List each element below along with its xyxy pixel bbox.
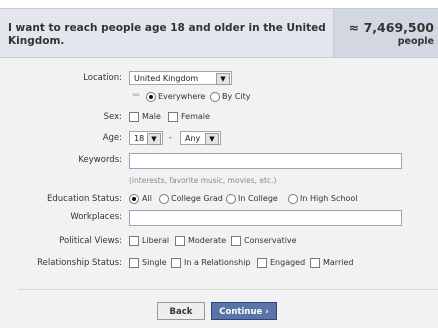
education-label: Education Status: bbox=[47, 194, 122, 204]
age-max-value: Any bbox=[185, 134, 201, 143]
scope-by-city-radio[interactable] bbox=[210, 92, 220, 102]
reach-unit: people bbox=[397, 36, 434, 47]
education-in-high-school-label: In High School bbox=[300, 194, 358, 203]
location-label: Location: bbox=[83, 73, 122, 83]
education-college-grad-label: College Grad bbox=[171, 194, 223, 203]
sex-male-checkbox[interactable] bbox=[129, 112, 139, 122]
workplaces-row: Workplaces: bbox=[0, 210, 438, 228]
targeting-summary: I want to reach people age 18 and older … bbox=[8, 22, 326, 47]
political-liberal-label: Liberal bbox=[142, 236, 170, 245]
location-row: Location: United Kingdom ▼ bbox=[0, 71, 438, 89]
relationship-in-a-relationship-checkbox[interactable] bbox=[171, 258, 181, 268]
sex-female-checkbox[interactable] bbox=[168, 112, 178, 122]
age-max-select[interactable]: Any ▼ bbox=[180, 131, 221, 145]
relationship-row: Relationship Status: Single In a Relatio… bbox=[0, 256, 438, 274]
reach-header: I want to reach people age 18 and older … bbox=[0, 8, 438, 58]
relationship-single-checkbox[interactable] bbox=[129, 258, 139, 268]
political-row: Political Views: Liberal Moderate Conser… bbox=[0, 234, 438, 252]
keywords-hint: (interests, favorite music, movies, etc.… bbox=[129, 176, 277, 185]
reach-count: ≈ 7,469,500 bbox=[348, 20, 434, 35]
age-label: Age: bbox=[102, 133, 122, 143]
sex-female-label: Female bbox=[181, 112, 210, 121]
education-all-radio[interactable] bbox=[129, 194, 139, 204]
estimated-reach-box: ≈ 7,469,500 people bbox=[333, 9, 438, 57]
political-moderate-checkbox[interactable] bbox=[175, 236, 185, 246]
age-separator: - bbox=[169, 133, 172, 142]
continue-button[interactable]: Continue › bbox=[211, 302, 277, 320]
location-select-value: United Kingdom bbox=[134, 74, 199, 83]
education-in-high-school-radio[interactable] bbox=[288, 194, 298, 204]
age-min-value: 18 bbox=[134, 134, 145, 143]
education-row: Education Status: All College Grad In Co… bbox=[0, 192, 438, 210]
scope-everywhere-label: Everywhere bbox=[158, 92, 206, 101]
chevron-down-icon: ▼ bbox=[216, 73, 230, 85]
indent-arrow-icon: ➥ bbox=[132, 90, 141, 101]
sex-label: Sex: bbox=[103, 112, 122, 122]
scope-everywhere-radio[interactable] bbox=[146, 92, 156, 102]
education-in-college-label: In College bbox=[238, 194, 278, 203]
back-button[interactable]: Back bbox=[157, 302, 205, 320]
political-moderate-label: Moderate bbox=[188, 236, 227, 245]
relationship-in-a-relationship-label: In a Relationship bbox=[184, 258, 251, 267]
scope-by-city-label: By City bbox=[222, 92, 251, 101]
relationship-single-label: Single bbox=[142, 258, 167, 267]
education-all-label: All bbox=[142, 194, 152, 203]
education-in-college-radio[interactable] bbox=[226, 194, 236, 204]
sex-male-label: Male bbox=[142, 112, 161, 121]
political-conservative-checkbox[interactable] bbox=[231, 236, 241, 246]
relationship-married-checkbox[interactable] bbox=[310, 258, 320, 268]
education-college-grad-radio[interactable] bbox=[159, 194, 169, 204]
political-liberal-checkbox[interactable] bbox=[129, 236, 139, 246]
age-min-select[interactable]: 18 ▼ bbox=[129, 131, 163, 145]
location-select[interactable]: United Kingdom ▼ bbox=[129, 71, 232, 85]
relationship-engaged-label: Engaged bbox=[270, 258, 306, 267]
keywords-label: Keywords: bbox=[78, 155, 122, 165]
age-row: Age: 18 ▼ - Any ▼ bbox=[0, 131, 438, 149]
political-conservative-label: Conservative bbox=[244, 236, 297, 245]
chevron-down-icon: ▼ bbox=[205, 133, 219, 145]
keywords-row: Keywords: bbox=[0, 153, 438, 171]
chevron-down-icon: ▼ bbox=[147, 133, 161, 145]
keywords-hint-row: (interests, favorite music, movies, etc.… bbox=[0, 174, 438, 192]
relationship-engaged-checkbox[interactable] bbox=[257, 258, 267, 268]
workplaces-input[interactable] bbox=[129, 210, 402, 226]
location-scope-row: ➥ Everywhere By City bbox=[0, 90, 438, 108]
political-label: Political Views: bbox=[59, 236, 122, 246]
footer-divider bbox=[18, 289, 438, 290]
sex-row: Sex: Male Female bbox=[0, 110, 438, 128]
relationship-married-label: Married bbox=[323, 258, 354, 267]
workplaces-label: Workplaces: bbox=[70, 212, 122, 222]
relationship-label: Relationship Status: bbox=[37, 258, 122, 268]
keywords-input[interactable] bbox=[129, 153, 402, 169]
